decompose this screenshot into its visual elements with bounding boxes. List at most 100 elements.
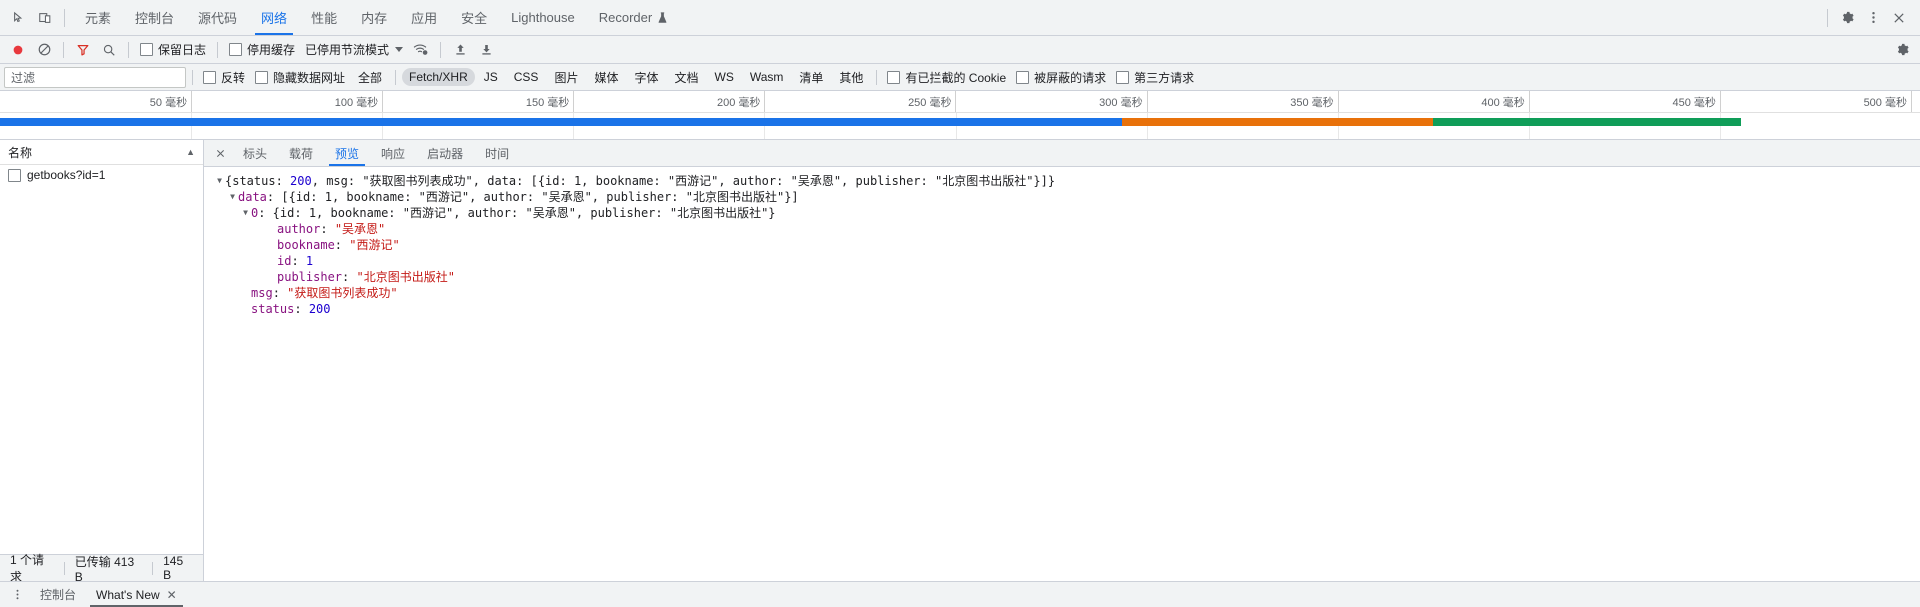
preserve-log-checkbox[interactable]: 保留日志 [136,41,210,58]
json-line[interactable]: ▼ 0: {id: 1, bookname: "西游记", author: "吴承… [204,205,1920,221]
blocked-requests-checkbox[interactable]: 被屏蔽的请求 [1012,69,1110,86]
blocked-cookies-checkbox[interactable]: 有已拦截的 Cookie [883,69,1010,86]
requests-list[interactable]: getbooks?id=1 [0,165,203,554]
tab-network[interactable]: 网络 [249,0,299,35]
filter-icon[interactable] [71,39,95,61]
network-conditions-icon[interactable] [409,39,433,61]
filter-type-css[interactable]: CSS [507,68,546,86]
json-indent-spacer: ▼ [240,285,251,301]
json-token: : "北京图书出版社"} [655,206,776,220]
gear-icon[interactable] [1834,5,1860,31]
close-icon[interactable] [1886,5,1912,31]
tab-console[interactable]: 控制台 [123,0,186,35]
json-token: , [311,174,327,188]
inspect-element-icon[interactable] [6,5,32,31]
detail-tab-headers[interactable]: 标头 [232,140,278,166]
drawer-menu-icon[interactable] [4,582,30,607]
filter-type-font[interactable]: 字体 [627,67,665,88]
tab-lighthouse[interactable]: Lighthouse [499,0,587,35]
loading-band-blue [0,118,1122,126]
json-line[interactable]: ▼publisher: "北京图书出版社" [204,269,1920,285]
third-party-checkbox[interactable]: 第三方请求 [1112,69,1198,86]
invert-checkbox[interactable]: 反转 [199,69,249,86]
disclosure-triangle-icon[interactable]: ▼ [214,173,225,189]
json-line[interactable]: ▼ data: [{id: 1, bookname: "西游记", author:… [204,189,1920,205]
json-line[interactable]: ▼bookname: "西游记" [204,237,1920,253]
detail-tab-timing[interactable]: 时间 [474,140,520,166]
json-token: 1 [305,254,314,268]
json-line-text: id: 1 [277,253,313,269]
json-token: "吴承恩" [334,222,386,236]
filter-divider-3 [876,69,878,85]
device-toolbar-icon[interactable] [32,5,58,31]
tab-label: 性能 [311,11,338,26]
detail-tab-preview[interactable]: 预览 [324,140,370,166]
timeline-tick-label: 250 毫秒 [908,97,952,109]
filter-type-manifest[interactable]: 清单 [792,67,830,88]
filter-type-js[interactable]: JS [477,68,505,86]
json-line[interactable]: ▼id: 1 [204,253,1920,269]
network-settings-icon[interactable] [1890,39,1914,61]
network-overview[interactable]: 50 毫秒 100 毫秒 150 毫秒 200 毫秒 250 毫秒 300 毫秒 350 毫… [0,91,1920,140]
checkbox-box [203,70,216,84]
drawer-tab-whats-new[interactable]: What's New ✕ [86,582,187,607]
search-icon[interactable] [97,39,121,61]
tab-sources[interactable]: 源代码 [186,0,249,35]
close-icon[interactable]: ✕ [167,588,177,602]
export-har-icon[interactable] [474,39,498,61]
toolbar-divider-3 [217,41,219,58]
filter-type-other[interactable]: 其他 [832,67,870,88]
filter-type-media[interactable]: 媒体 [587,67,625,88]
json-line[interactable]: ▼ {status: 200, msg: "获取图书列表成功", data: [{… [204,173,1920,189]
json-indent-spacer: ▼ [266,253,277,269]
clear-button[interactable] [32,39,56,61]
tab-memory[interactable]: 内存 [349,0,399,35]
json-preview[interactable]: ▼ {status: 200, msg: "获取图书列表成功", data: [{… [204,167,1920,581]
toolbar-divider-4 [440,41,442,58]
throttling-dropdown[interactable]: 已停用节流模式 [301,41,407,58]
filter-divider-1 [192,69,193,85]
filter-type-img[interactable]: 图片 [547,67,585,88]
tabbar-right-divider [1827,8,1828,27]
detail-tab-response[interactable]: 响应 [370,140,416,166]
timeline-bands [0,113,1920,139]
drawer-tab-console[interactable]: 控制台 [30,582,86,607]
filter-type-fetch-xhr[interactable]: Fetch/XHR [402,68,475,86]
tab-security[interactable]: 安全 [449,0,499,35]
record-button[interactable] [6,39,30,61]
disclosure-triangle-icon[interactable]: ▼ [227,189,238,205]
import-har-icon[interactable] [448,39,472,61]
tab-elements[interactable]: 元素 [73,0,123,35]
tab-performance[interactable]: 性能 [299,0,349,35]
json-token: : [320,222,335,236]
json-token: data [238,190,267,204]
disclosure-triangle-icon[interactable]: ▼ [240,205,251,221]
table-row[interactable]: getbooks?id=1 [0,165,203,185]
json-line[interactable]: ▼msg: "获取图书列表成功" [204,285,1920,301]
more-options-icon[interactable] [1860,5,1886,31]
tab-application[interactable]: 应用 [399,0,449,35]
filter-type-all[interactable]: 全部 [351,67,389,88]
disable-cache-checkbox[interactable]: 停用缓存 [225,41,299,58]
requests-panel: 名称 ▲ getbooks?id=1 1 个请求 已传输 413 B 145 B [0,140,204,584]
filter-input[interactable]: 过滤 [4,66,186,88]
filter-type-ws[interactable]: WS [708,68,741,86]
json-token: : "吴承恩", [511,206,591,220]
hide-data-urls-checkbox[interactable]: 隐藏数据网址 [251,69,349,86]
json-line-text: data: [{id: 1, bookname: "西游记", author: … [238,189,799,205]
tab-recorder[interactable]: Recorder [587,0,680,35]
requests-column-header[interactable]: 名称 ▲ [0,140,203,165]
request-name: getbooks?id=1 [27,168,106,182]
detail-tab-initiator[interactable]: 启动器 [416,140,474,166]
request-detail-panel: 标头 载荷 预览 响应 启动器 时间 ▼ {status: 200, msg: "… [204,140,1920,581]
json-line[interactable]: ▼status: 200 [204,301,1920,317]
json-token: : 1, [310,190,347,204]
detail-tab-payload[interactable]: 载荷 [278,140,324,166]
close-detail-icon[interactable] [208,140,232,166]
filter-type-wasm[interactable]: Wasm [743,68,791,86]
json-token: author [277,222,321,236]
download-band-green [1433,118,1741,126]
json-line[interactable]: ▼author: "吴承恩" [204,221,1920,237]
tab-label: Recorder [598,10,653,25]
filter-type-doc[interactable]: 文档 [667,67,705,88]
